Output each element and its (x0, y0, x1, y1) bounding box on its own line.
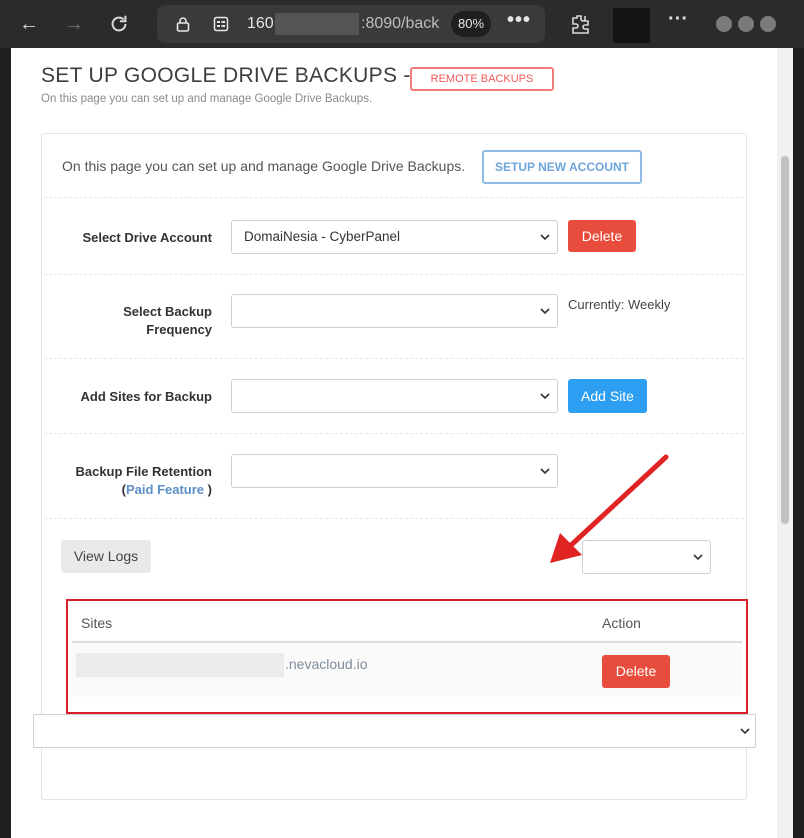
page-content: SET UP GOOGLE DRIVE BACKUPS - REMOTE BAC… (11, 48, 793, 838)
page-title: SET UP GOOGLE DRIVE BACKUPS - (41, 64, 411, 87)
divider (44, 358, 744, 359)
chevron-down-icon (540, 468, 550, 475)
bottom-select[interactable] (33, 714, 756, 748)
drive-account-select[interactable]: DomaiNesia - CyberPanel (231, 220, 558, 254)
scrollbar[interactable] (777, 48, 793, 838)
panel-intro: On this page you can set up and manage G… (62, 158, 466, 174)
redacted-site-name (76, 653, 284, 677)
backup-frequency-select[interactable] (231, 294, 558, 328)
address-bar[interactable]: 160. :8090/back 80% ••• (157, 5, 545, 43)
chevron-down-icon (740, 728, 750, 735)
add-sites-label: Add Sites for Backup (80, 389, 212, 404)
paid-feature-link[interactable]: Paid Feature (126, 482, 204, 497)
delete-site-button[interactable]: Delete (602, 655, 670, 688)
retention-label: Backup File Retention (Paid Feature ) (42, 463, 212, 499)
chevron-down-icon (540, 308, 550, 315)
paid-feature-note: (Paid Feature ) (42, 481, 212, 499)
profile-avatar[interactable] (613, 8, 650, 43)
logs-select[interactable] (582, 540, 711, 574)
chevron-down-icon (693, 554, 703, 561)
paren-close: ) (204, 482, 212, 497)
sites-table: Sites Action .nevacloud.io Delete (66, 599, 748, 714)
browser-menu-icon[interactable]: ··· (668, 8, 688, 31)
add-sites-select[interactable] (231, 379, 558, 413)
browser-toolbar: ← → 160. :8090/back 80% ••• ··· (0, 0, 804, 48)
frequency-label-line1: Select Backup (123, 304, 212, 319)
current-frequency: Currently: Weekly (568, 297, 671, 312)
add-site-button[interactable]: Add Site (568, 379, 647, 413)
chevron-down-icon (540, 393, 550, 400)
divider (44, 197, 744, 198)
account-label: Select Drive Account (82, 230, 212, 245)
back-icon[interactable]: ← (15, 10, 43, 38)
remote-backups-badge[interactable]: REMOTE BACKUPS (410, 67, 554, 91)
reload-icon[interactable] (105, 10, 133, 38)
scrollbar-thumb[interactable] (781, 156, 789, 524)
url-text-end: :8090/back (361, 15, 440, 32)
site-domain: .nevacloud.io (285, 656, 368, 672)
chevron-down-icon (540, 234, 550, 241)
divider (44, 274, 744, 275)
retention-select[interactable] (231, 454, 558, 488)
view-logs-button[interactable]: View Logs (61, 540, 151, 573)
extensions-icon[interactable] (568, 12, 592, 36)
page-subtitle: On this page you can set up and manage G… (41, 93, 373, 105)
lock-icon[interactable] (175, 16, 191, 32)
window-controls[interactable] (716, 16, 782, 37)
frequency-label: Select Backup Frequency (42, 303, 212, 339)
forward-icon[interactable]: → (60, 10, 88, 38)
redacted-ip (275, 13, 359, 35)
column-header-action: Action (602, 615, 641, 631)
page-actions-icon[interactable]: ••• (507, 9, 531, 32)
delete-account-button[interactable]: Delete (568, 220, 636, 252)
site-info-icon[interactable] (213, 16, 229, 32)
column-header-sites: Sites (81, 615, 113, 631)
divider (44, 433, 744, 434)
drive-account-value: DomaiNesia - CyberPanel (244, 229, 401, 244)
frequency-label-line2: Frequency (146, 322, 212, 337)
retention-label-text: Backup File Retention (75, 464, 212, 479)
url-text-start: 160. (247, 15, 279, 32)
setup-new-account-button[interactable]: SETUP NEW ACCOUNT (482, 150, 642, 184)
divider (44, 518, 744, 519)
zoom-indicator[interactable]: 80% (451, 11, 491, 37)
